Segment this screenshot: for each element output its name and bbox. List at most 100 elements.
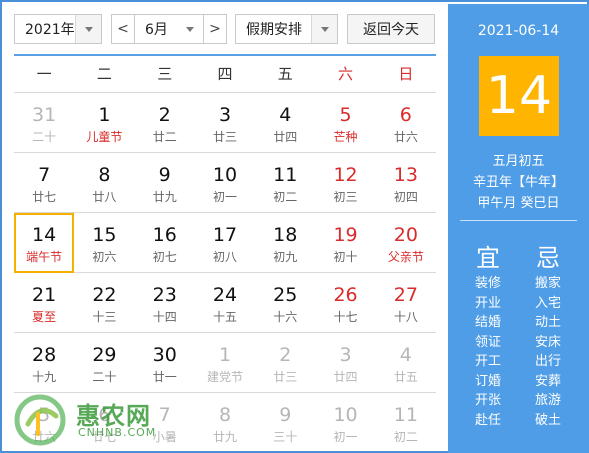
day-subtext: 十八 bbox=[393, 310, 418, 324]
chevron-left-icon: < bbox=[117, 21, 129, 37]
watermark-logo: 惠农网 CNHNB.COM bbox=[14, 394, 174, 446]
chevron-right-icon: > bbox=[209, 21, 221, 37]
day-cell[interactable]: 3 廿四 bbox=[315, 333, 375, 393]
day-number: 31 bbox=[32, 104, 57, 126]
weekday-label: 一 bbox=[36, 65, 52, 83]
day-subtext: 初三 bbox=[333, 190, 358, 204]
day-subtext: 廿七 bbox=[32, 190, 57, 204]
chevron-down-icon bbox=[311, 15, 337, 43]
day-cell[interactable]: 30 廿一 bbox=[135, 333, 195, 393]
day-cell[interactable]: 27 十八 bbox=[376, 273, 436, 333]
day-number: 24 bbox=[212, 284, 238, 306]
month-select[interactable]: 6月 bbox=[134, 14, 204, 44]
weekday-label: 五 bbox=[277, 65, 293, 83]
calendar-widget: 2021年 < 6月 > 假期安排 返回今天 一二三四五六日 31 二十 1 儿童节 2… bbox=[0, 0, 589, 453]
day-number: 1 bbox=[218, 344, 232, 366]
chevron-down-icon bbox=[177, 15, 203, 43]
day-cell[interactable]: 2 廿三 bbox=[255, 333, 315, 393]
yi-item: 结婚 bbox=[474, 315, 501, 330]
day-cell[interactable]: 3 廿三 bbox=[195, 93, 255, 153]
day-cell[interactable]: 18 初九 bbox=[255, 213, 315, 273]
day-cell[interactable]: 7 廿七 bbox=[14, 153, 74, 213]
day-cell[interactable]: 10 初一 bbox=[195, 153, 255, 213]
day-subtext: 初九 bbox=[273, 250, 298, 264]
day-cell[interactable]: 17 初八 bbox=[195, 213, 255, 273]
day-subtext: 夏至 bbox=[32, 310, 57, 324]
day-cell[interactable]: 24 十五 bbox=[195, 273, 255, 333]
day-cell[interactable]: 16 初七 bbox=[135, 213, 195, 273]
day-subtext: 十九 bbox=[32, 370, 57, 384]
day-cell[interactable]: 28 十九 bbox=[14, 333, 74, 393]
year-select[interactable]: 2021年 bbox=[14, 14, 102, 44]
day-cell[interactable]: 1 儿童节 bbox=[74, 93, 134, 153]
day-number: 8 bbox=[218, 404, 232, 426]
year-select-value: 2021年 bbox=[25, 22, 75, 38]
day-detail-panel: 2021-06-14 14 五月初五 辛丑年【牛年】 甲午月 癸巳日 宜 忌 装… bbox=[448, 4, 589, 453]
day-number: 27 bbox=[393, 284, 418, 306]
day-number: 25 bbox=[273, 284, 298, 306]
day-number: 3 bbox=[218, 104, 232, 126]
selected-day-number: 14 bbox=[479, 56, 559, 136]
day-cell[interactable]: 11 初二 bbox=[376, 393, 436, 453]
day-subtext: 儿童节 bbox=[86, 130, 123, 144]
day-subtext: 十六 bbox=[273, 310, 298, 324]
day-cell[interactable]: 1 建党节 bbox=[195, 333, 255, 393]
day-cell[interactable]: 5 芒种 bbox=[315, 93, 375, 153]
day-cell[interactable]: 21 夏至 bbox=[14, 273, 74, 333]
next-month-button[interactable]: > bbox=[203, 14, 227, 44]
day-cell[interactable]: 19 初十 bbox=[315, 213, 375, 273]
day-subtext: 廿四 bbox=[333, 370, 358, 384]
day-cell[interactable]: 9 三十 bbox=[255, 393, 315, 453]
day-cell[interactable]: 26 十七 bbox=[315, 273, 375, 333]
day-cell[interactable]: 29 二十 bbox=[74, 333, 134, 393]
day-number: 19 bbox=[333, 224, 358, 246]
day-cell[interactable]: 9 廿九 bbox=[135, 153, 195, 213]
yi-title: 宜 bbox=[476, 244, 500, 272]
day-subtext: 十七 bbox=[333, 310, 358, 324]
ji-item: 入宅 bbox=[534, 295, 561, 311]
day-subtext: 十五 bbox=[212, 310, 237, 324]
day-cell[interactable]: 23 十四 bbox=[135, 273, 195, 333]
day-cell[interactable]: 22 十三 bbox=[74, 273, 134, 333]
day-subtext: 初六 bbox=[92, 250, 117, 264]
weekday-label: 日 bbox=[398, 65, 414, 83]
day-cell[interactable]: 4 廿五 bbox=[376, 333, 436, 393]
ji-title: 忌 bbox=[536, 244, 560, 272]
day-number: 5 bbox=[339, 104, 352, 126]
day-number: 22 bbox=[92, 284, 117, 306]
day-subtext: 廿三 bbox=[273, 370, 298, 384]
day-cell[interactable]: 31 二十 bbox=[14, 93, 74, 153]
yi-item: 领证 bbox=[474, 334, 501, 350]
ji-item: 搬家 bbox=[534, 276, 561, 291]
week-row: 14 端午节 15 初六 16 初七 17 初八 18 初九 19 初十 20 父亲节 bbox=[14, 212, 436, 273]
day-number: 7 bbox=[38, 164, 51, 186]
prev-month-button[interactable]: < bbox=[111, 14, 135, 44]
day-cell[interactable]: 25 十六 bbox=[255, 273, 315, 333]
back-to-today-button[interactable]: 返回今天 bbox=[347, 14, 435, 44]
day-subtext: 廿九 bbox=[212, 430, 237, 444]
day-cell[interactable]: 10 初一 bbox=[315, 393, 375, 453]
day-cell[interactable]: 13 初四 bbox=[376, 153, 436, 213]
holiday-select[interactable]: 假期安排 bbox=[235, 14, 338, 44]
day-cell-selected[interactable]: 14 端午节 bbox=[14, 213, 75, 273]
day-cell[interactable]: 20 父亲节 bbox=[376, 213, 436, 273]
day-cell[interactable]: 11 初二 bbox=[255, 153, 315, 213]
day-number: 12 bbox=[333, 164, 358, 186]
day-number: 10 bbox=[212, 164, 238, 186]
day-subtext: 初十 bbox=[333, 250, 358, 264]
selected-date: 2021-06-14 bbox=[477, 23, 560, 39]
day-cell[interactable]: 15 初六 bbox=[74, 213, 134, 273]
day-cell[interactable]: 4 廿四 bbox=[255, 93, 315, 153]
day-cell[interactable]: 12 初三 bbox=[315, 153, 375, 213]
day-cell[interactable]: 6 廿六 bbox=[376, 93, 436, 153]
day-number: 8 bbox=[98, 164, 111, 186]
day-cell[interactable]: 8 廿八 bbox=[74, 153, 134, 213]
day-number: 11 bbox=[273, 164, 298, 186]
day-number: 9 bbox=[158, 164, 171, 186]
day-cell[interactable]: 8 廿九 bbox=[195, 393, 255, 453]
day-cell[interactable]: 2 廿二 bbox=[135, 93, 195, 153]
day-subtext: 二十 bbox=[92, 370, 117, 384]
day-subtext: 初二 bbox=[273, 190, 298, 204]
day-number: 13 bbox=[393, 164, 418, 186]
weekday-label: 四 bbox=[217, 65, 233, 83]
